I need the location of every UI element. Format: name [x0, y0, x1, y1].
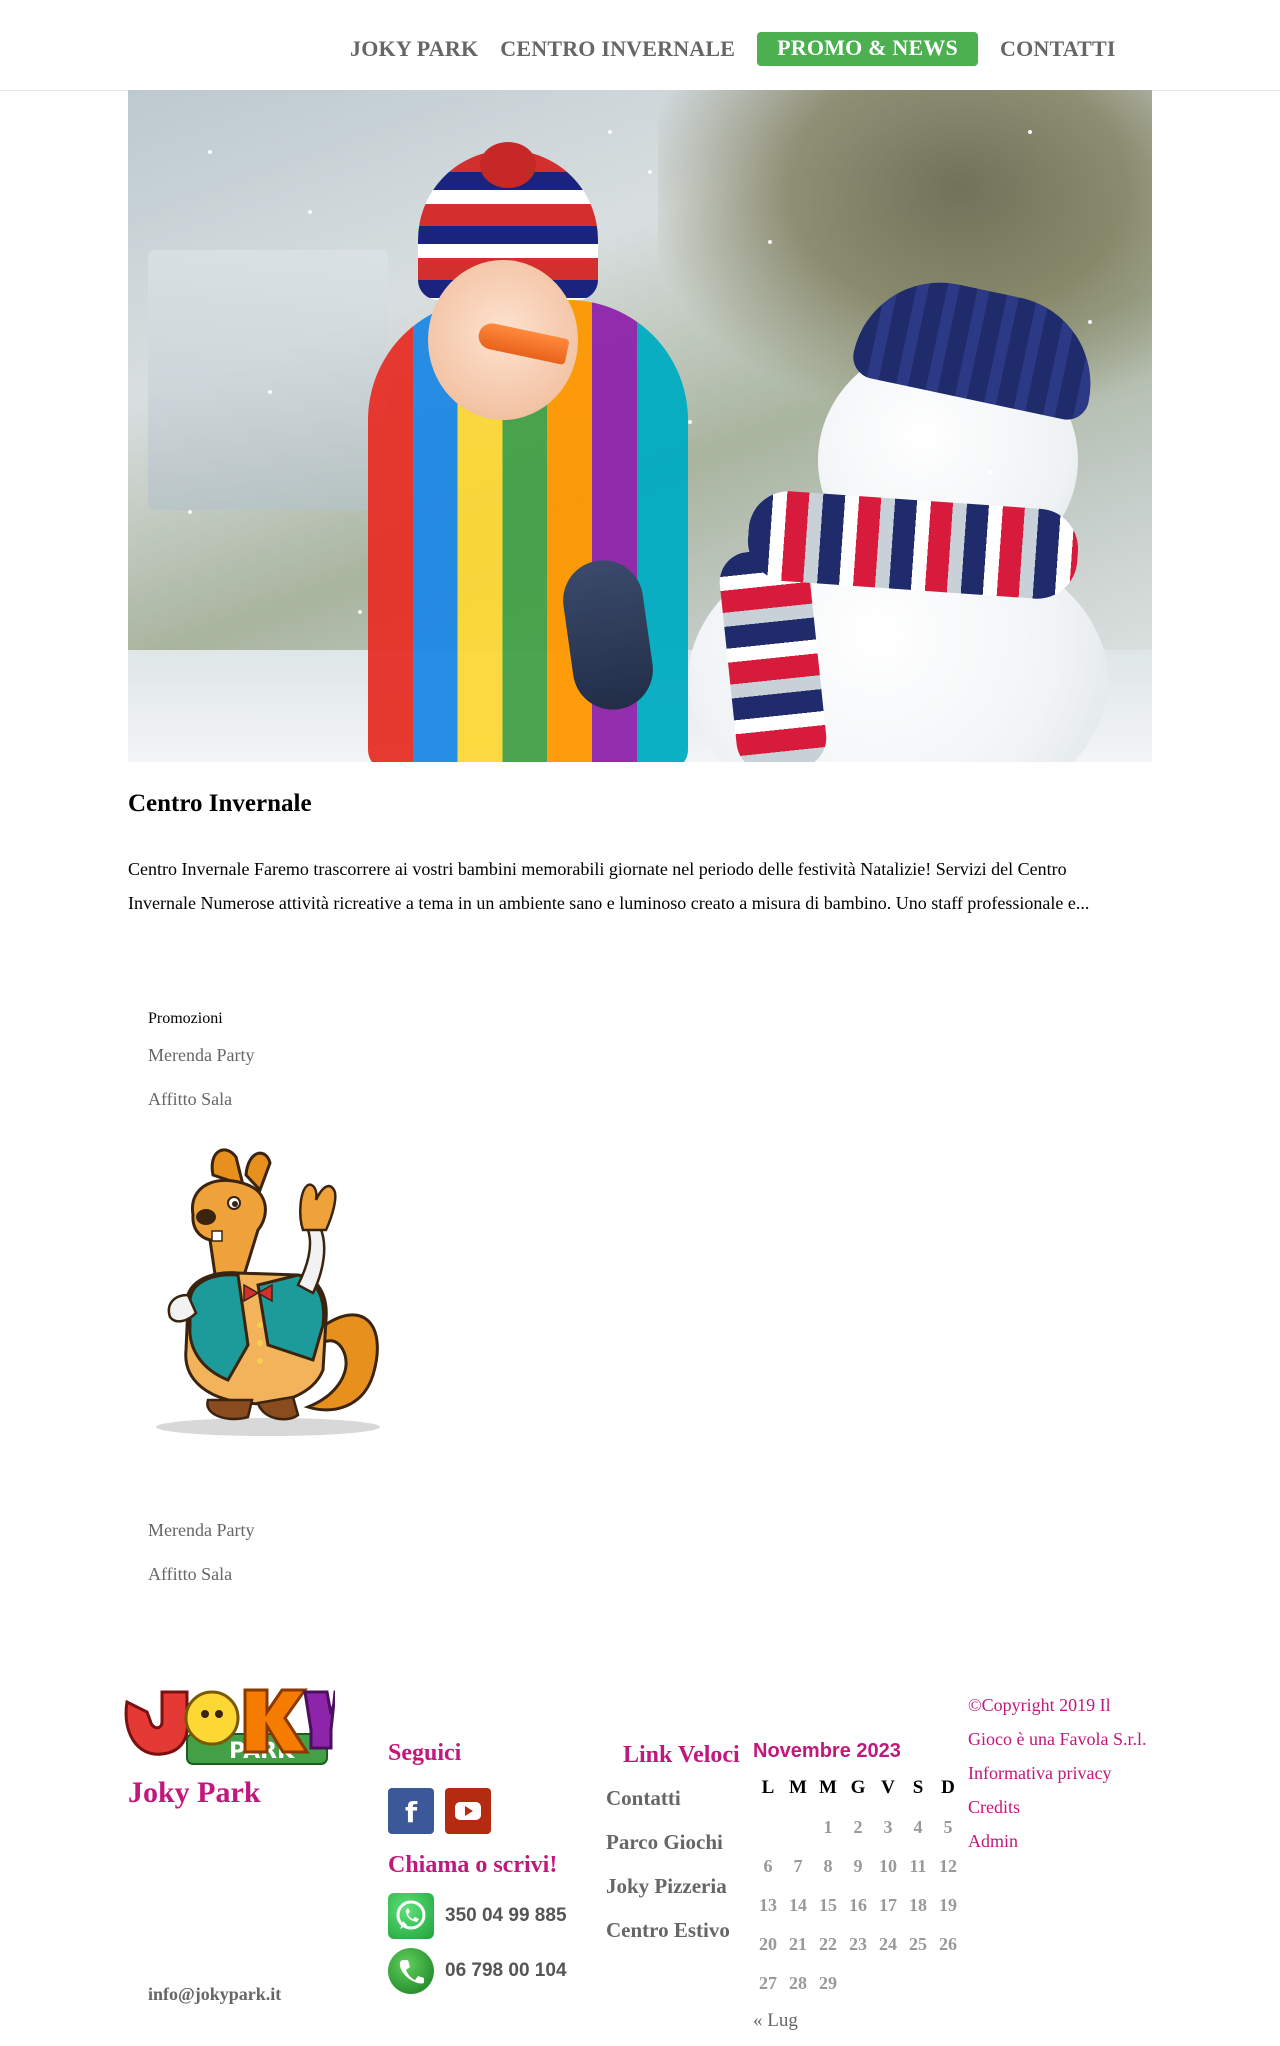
kangaroo-mascot-image [156, 1148, 380, 1436]
hero-image-child-snowman[interactable] [128, 90, 1152, 762]
calendar-day [843, 1973, 873, 1994]
calendar-day: 22 [819, 1934, 837, 1954]
calendar-day: 8 [823, 1856, 833, 1876]
calendar-day: 5 [943, 1817, 953, 1837]
calendar-day: 18 [909, 1895, 927, 1915]
quick-link-joky-pizzeria[interactable]: Joky Pizzeria [606, 1874, 727, 1899]
calendar-weekday: D [941, 1777, 955, 1798]
calendar-day [933, 1973, 963, 1994]
phone-icon[interactable] [388, 1948, 434, 1994]
calendar-day: 25 [909, 1934, 927, 1954]
quick-link-parco-giochi[interactable]: Parco Giochi [606, 1830, 723, 1855]
main-nav: JOKY PARK CENTRO INVERNALE PROMO & NEWS … [350, 32, 1138, 66]
quick-links-heading: Link Veloci [623, 1742, 740, 1768]
calendar-day [873, 1973, 903, 1994]
calendar-prev-link[interactable]: « Lug [753, 2010, 963, 2032]
calendar-weekday: L [761, 1777, 775, 1798]
footer-brand-name: Joky Park [128, 1776, 261, 1809]
calendar-day: 13 [759, 1895, 777, 1915]
calendar-weekday: M [819, 1777, 837, 1798]
calendar-day [903, 1973, 933, 1994]
calendar-day: 23 [849, 1934, 867, 1954]
calendar-day: 1 [823, 1817, 833, 1837]
promo-link-merenda-party[interactable]: Merenda Party [148, 1045, 254, 1066]
calendar-day: 26 [939, 1934, 957, 1954]
calendar-day: 21 [789, 1934, 807, 1954]
privacy-link[interactable]: Informativa privacy [968, 1756, 1148, 1790]
whatsapp-number[interactable]: 350 04 99 885 [445, 1905, 567, 1927]
admin-link[interactable]: Admin [968, 1824, 1148, 1858]
site-header: JOKY PARK CENTRO INVERNALE PROMO & NEWS … [0, 0, 1280, 91]
calendar-grid: L M M G V S D 1 2 3 4 5 6 7 8 9 10 11 12 13 14 15 16 17 18 19 20 21… [753, 1777, 963, 1994]
follow-heading: Seguici [388, 1740, 462, 1766]
calendar-weekday: M [789, 1777, 807, 1798]
calendar-weekday: G [850, 1777, 866, 1798]
calendar-day: 6 [763, 1856, 773, 1876]
svg-text:f: f [405, 1796, 418, 1829]
calendar-day [753, 1817, 783, 1838]
calendar-day: 20 [759, 1934, 777, 1954]
promo-link-affitto-sala-2[interactable]: Affitto Sala [148, 1564, 232, 1585]
calendar-day: 28 [789, 1973, 807, 1993]
calendar-day: 15 [819, 1895, 837, 1915]
credits-link[interactable]: Credits [968, 1790, 1148, 1824]
calendar-day: 7 [793, 1856, 803, 1876]
footer-email[interactable]: info@jokypark.it [148, 1984, 281, 2005]
calendar-widget: Novembre 2023 L M M G V S D 1 2 3 4 5 6 7 8 9 10 11 12 13 14… [753, 1740, 963, 2032]
youtube-icon[interactable] [445, 1788, 491, 1834]
nav-centro-invernale[interactable]: CENTRO INVERNALE [500, 36, 735, 62]
calendar-day: 4 [913, 1817, 923, 1837]
article-excerpt: Centro Invernale Faremo trascorrere ai v… [128, 859, 1090, 913]
calendar-day: 3 [883, 1817, 893, 1837]
calendar-day: 2 [853, 1817, 863, 1837]
calendar-day: 10 [879, 1856, 897, 1876]
calendar-caption: Novembre 2023 [753, 1740, 901, 1762]
calendar-weekday: V [881, 1777, 895, 1798]
facebook-icon[interactable]: f [388, 1788, 434, 1834]
whatsapp-icon[interactable] [388, 1893, 434, 1939]
calendar-weekday: S [912, 1777, 924, 1798]
calendar-day: 29 [819, 1973, 837, 1993]
promo-link-merenda-party-2[interactable]: Merenda Party [148, 1520, 254, 1541]
call-heading: Chiama o scrivi! [388, 1852, 558, 1878]
nav-contatti[interactable]: CONTATTI [1000, 36, 1116, 62]
nav-joky-park[interactable]: JOKY PARK [350, 36, 478, 62]
calendar-day: 11 [909, 1856, 927, 1876]
calendar-day: 12 [939, 1856, 957, 1876]
promotions-widget-title: Promozioni [148, 1010, 223, 1027]
quick-link-centro-estivo[interactable]: Centro Estivo [606, 1918, 730, 1943]
calendar-day: 27 [759, 1973, 777, 1993]
article-title[interactable]: Centro Invernale [128, 790, 312, 818]
calendar-day: 14 [789, 1895, 807, 1915]
legal-links: ©Copyright 2019 Il Gioco è una Favola S.… [968, 1688, 1148, 1858]
nav-promo-news[interactable]: PROMO & NEWS [757, 32, 978, 66]
calendar-day: 19 [939, 1895, 957, 1915]
promo-link-affitto-sala[interactable]: Affitto Sala [148, 1089, 232, 1110]
copyright-text[interactable]: ©Copyright 2019 Il Gioco è una Favola S.… [968, 1688, 1148, 1756]
calendar-day [783, 1817, 813, 1838]
calendar-day: 17 [879, 1895, 897, 1915]
calendar-day: 24 [879, 1934, 897, 1954]
quick-link-contatti[interactable]: Contatti [606, 1786, 681, 1811]
calendar-day: 9 [853, 1856, 863, 1876]
calendar-day: 16 [849, 1895, 867, 1915]
joky-park-logo[interactable]: PARK [117, 1682, 335, 1768]
phone-number[interactable]: 06 798 00 104 [445, 1960, 567, 1982]
